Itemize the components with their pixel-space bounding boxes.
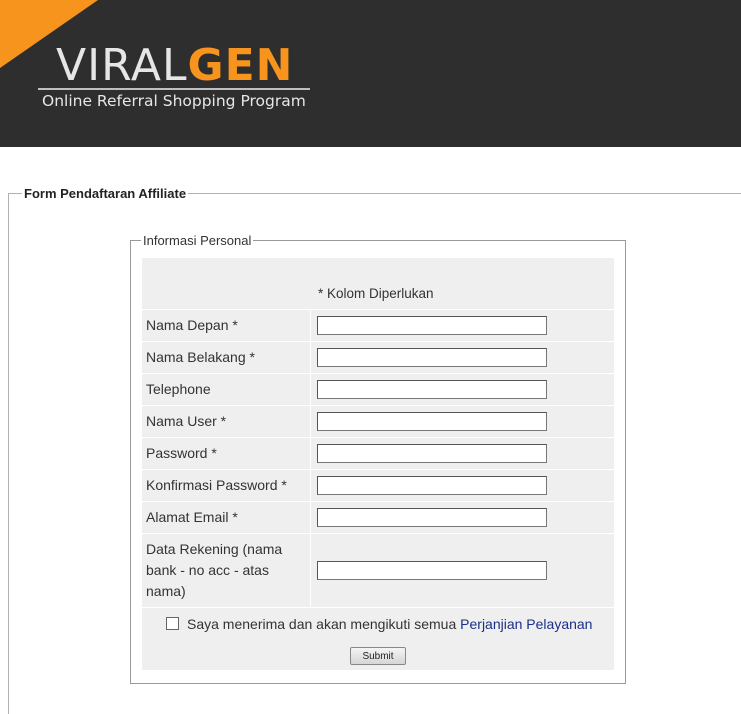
row-separator	[142, 373, 614, 374]
row-separator	[142, 309, 614, 310]
confirm-password-input[interactable]	[317, 476, 547, 495]
row-separator	[142, 341, 614, 342]
logo-tagline: Online Referral Shopping Program	[42, 92, 306, 110]
telephone-label: Telephone	[146, 381, 211, 397]
site-header: VIRALGEN Online Referral Shopping Progra…	[0, 0, 741, 147]
username-label: Nama User *	[146, 413, 227, 429]
row-separator	[142, 469, 614, 470]
confirm-password-label: Konfirmasi Password *	[146, 477, 287, 493]
logo-divider	[38, 88, 310, 90]
email-label: Alamat Email *	[146, 509, 238, 525]
first-name-input[interactable]	[317, 316, 547, 335]
bank-account-label: Data Rekening (nama bank - no acc - atas…	[146, 541, 283, 599]
submit-button[interactable]: Submit	[350, 647, 406, 665]
last-name-label: Nama Belakang *	[146, 349, 255, 365]
password-input[interactable]	[317, 444, 547, 463]
agreement-text: Saya menerima dan akan mengikuti semua	[187, 616, 457, 632]
first-name-label: Nama Depan *	[146, 317, 238, 333]
telephone-input[interactable]	[317, 380, 547, 399]
agreement-row: Saya menerima dan akan mengikuti semua P…	[166, 616, 592, 632]
row-separator	[142, 437, 614, 438]
section-title: Informasi Personal	[141, 233, 254, 248]
last-name-input[interactable]	[317, 348, 547, 367]
row-separator	[142, 501, 614, 502]
agreement-checkbox[interactable]	[166, 616, 179, 630]
logo-wordmark: VIRALGEN	[56, 40, 294, 91]
bank-account-input[interactable]	[317, 561, 547, 580]
required-fields-note: * Kolom Diperlukan	[318, 286, 434, 301]
viralgen-logo[interactable]: VIRALGEN Online Referral Shopping Progra…	[38, 40, 318, 116]
row-separator	[142, 533, 614, 534]
username-input[interactable]	[317, 412, 547, 431]
password-label: Password *	[146, 445, 217, 461]
email-input[interactable]	[317, 508, 547, 527]
form-title: Form Pendaftaran Affiliate	[22, 186, 189, 201]
row-separator	[142, 405, 614, 406]
service-agreement-link[interactable]: Perjanjian Pelayanan	[460, 616, 592, 632]
row-separator	[142, 607, 614, 608]
column-divider	[310, 310, 311, 608]
